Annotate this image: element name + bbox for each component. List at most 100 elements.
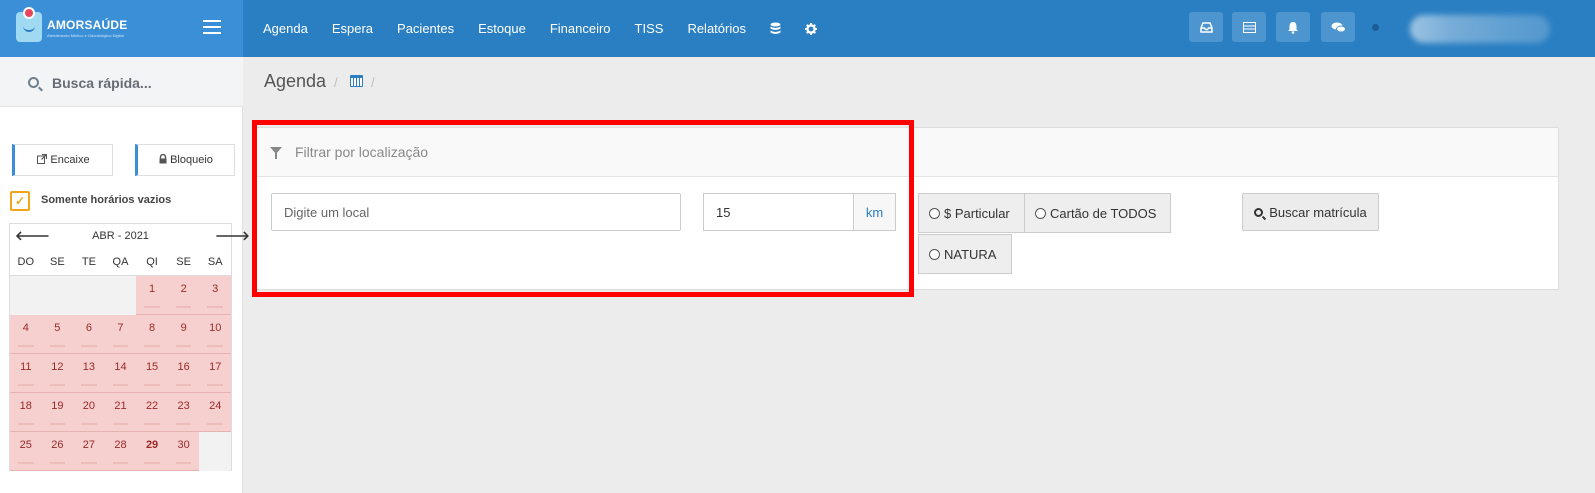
calendar-day[interactable]: 7 bbox=[104, 315, 137, 354]
calendar-day-empty bbox=[41, 276, 74, 315]
calendar-day[interactable]: 1 bbox=[136, 276, 168, 315]
nav-agenda[interactable]: Agenda bbox=[263, 21, 308, 36]
nav-financeiro[interactable]: Financeiro bbox=[550, 21, 611, 36]
option-natura[interactable]: NATURA bbox=[918, 234, 1012, 274]
calendar-weekdays: DO SE TE QA QI SE SA bbox=[10, 248, 231, 276]
search-icon bbox=[1254, 207, 1264, 217]
mini-calendar: 🡐 ABR - 2021 🡒 DO SE TE QA QI SE SA 1234567891… bbox=[9, 223, 250, 471]
database-icon[interactable] bbox=[770, 22, 781, 35]
weekday-label: SA bbox=[207, 255, 223, 268]
nav-estoque[interactable]: Estoque bbox=[478, 21, 526, 36]
radius-unit: km bbox=[853, 193, 896, 231]
nav-pacientes[interactable]: Pacientes bbox=[397, 21, 454, 36]
gear-icon[interactable] bbox=[804, 22, 817, 35]
option-cartao[interactable]: Cartão de TODOS bbox=[1024, 193, 1171, 233]
search-icon bbox=[28, 77, 39, 88]
arrow-right-icon[interactable]: 🡒 bbox=[215, 228, 250, 244]
calendar-grid: 1 2 3 4 5 6 7 8 9 10 11 12 13 14 15 16 17 18 19 20 21 22 23 24 2… bbox=[10, 276, 231, 471]
radio-icon bbox=[1035, 207, 1046, 219]
nav-tiss[interactable]: TISS bbox=[635, 21, 664, 36]
calendar-day[interactable]: 14 bbox=[104, 354, 137, 393]
option-particular-label: $ Particular bbox=[944, 205, 1010, 221]
calendar-day[interactable]: 4 bbox=[10, 315, 42, 354]
brand-area: AMORSAÚDE Atendimento Médico e Odontológ… bbox=[0, 0, 243, 57]
calendar-day[interactable]: 25 bbox=[10, 432, 42, 471]
avatar[interactable] bbox=[1410, 15, 1550, 43]
calendar-day[interactable]: 28 bbox=[104, 432, 137, 471]
calendar-day[interactable]: 18 bbox=[10, 393, 42, 432]
location-input[interactable] bbox=[271, 193, 681, 231]
option-particular[interactable]: $ Particular bbox=[918, 193, 1025, 233]
calendar-day[interactable]: 8 bbox=[136, 315, 168, 354]
bell-icon[interactable] bbox=[1276, 12, 1310, 42]
encaixe-button[interactable]: Encaixe bbox=[12, 144, 113, 176]
filter-panel: Filtrar por localização km $ Particular … bbox=[253, 127, 1559, 290]
calendar-day[interactable]: 2 bbox=[167, 276, 200, 315]
only-empty-label: Somente horários vazios bbox=[41, 194, 172, 206]
calendar-day[interactable]: 9 bbox=[167, 315, 200, 354]
weekday-label: QI bbox=[146, 255, 158, 268]
calendar-day[interactable]: 17 bbox=[199, 354, 231, 393]
calendar-day[interactable]: 26 bbox=[41, 432, 74, 471]
calendar-day[interactable]: 5 bbox=[41, 315, 74, 354]
nav-relatorios[interactable]: Relatórios bbox=[687, 21, 746, 36]
list-icon[interactable] bbox=[1232, 12, 1266, 42]
buscar-matricula-button[interactable]: Buscar matrícula bbox=[1242, 193, 1379, 231]
calendar-day[interactable]: 30 bbox=[167, 432, 200, 471]
calendar-day[interactable]: 19 bbox=[41, 393, 74, 432]
chat-icon[interactable] bbox=[1321, 12, 1355, 42]
radio-icon bbox=[929, 207, 940, 219]
weekday-label: SE bbox=[50, 255, 65, 268]
calendar-day-empty bbox=[199, 432, 231, 471]
calendar-day[interactable]: 12 bbox=[41, 354, 74, 393]
top-bar: AMORSAÚDE Atendimento Médico e Odontológ… bbox=[0, 0, 1595, 57]
calendar-day[interactable]: 11 bbox=[10, 354, 42, 393]
calendar-day[interactable]: 15 bbox=[136, 354, 168, 393]
brand-name: AMORSAÚDE bbox=[47, 18, 128, 32]
calendar-day[interactable]: 24 bbox=[199, 393, 231, 432]
weekday-label: DO bbox=[17, 255, 35, 268]
inbox-icon[interactable] bbox=[1189, 12, 1223, 42]
radio-icon bbox=[929, 248, 940, 260]
radius-input[interactable] bbox=[703, 193, 854, 231]
calendar-day[interactable]: 23 bbox=[167, 393, 200, 432]
sidebar: Encaixe Bloqueio ✓ Somente horários vazi… bbox=[0, 57, 250, 493]
calendar-day[interactable]: 27 bbox=[73, 432, 105, 471]
calendar-header: 🡐 ABR - 2021 🡒 bbox=[10, 224, 250, 248]
calendar-day[interactable]: 13 bbox=[73, 354, 105, 393]
calendar-day[interactable]: 6 bbox=[73, 315, 105, 354]
calendar-day[interactable]: 16 bbox=[167, 354, 200, 393]
main-nav: Agenda Espera Pacientes Estoque Financei… bbox=[263, 0, 841, 57]
calendar-day[interactable]: 3 bbox=[199, 276, 231, 315]
calendar-day[interactable]: 20 bbox=[73, 393, 105, 432]
encaixe-label: Encaixe bbox=[50, 154, 90, 166]
bloqueio-button[interactable]: Bloqueio bbox=[135, 144, 235, 176]
search-input[interactable] bbox=[52, 73, 232, 93]
lock-icon bbox=[159, 153, 167, 167]
calendar-title: ABR - 2021 bbox=[92, 230, 149, 242]
only-empty-checkbox[interactable]: ✓ bbox=[10, 191, 30, 211]
calendar-day[interactable]: 10 bbox=[199, 315, 231, 354]
page-title: Agenda bbox=[264, 71, 327, 91]
panel-header: Filtrar por localização bbox=[254, 128, 1558, 177]
status-dot bbox=[1372, 24, 1379, 31]
calendar-day-empty bbox=[10, 276, 42, 315]
menu-icon[interactable] bbox=[203, 20, 221, 34]
logo-icon bbox=[16, 7, 42, 42]
option-cartao-label: Cartão de TODOS bbox=[1050, 205, 1157, 221]
weekday-label: TE bbox=[81, 255, 96, 268]
weekday-label: SE bbox=[176, 255, 191, 268]
calendar-day[interactable]: 22 bbox=[136, 393, 168, 432]
calendar-day[interactable]: 29 bbox=[136, 432, 168, 471]
calendar-icon[interactable] bbox=[350, 75, 363, 87]
buscar-label: Buscar matrícula bbox=[1269, 204, 1367, 220]
brand-tagline: Atendimento Médico e Odontológico Digita… bbox=[47, 33, 124, 38]
filter-icon bbox=[270, 147, 282, 159]
nav-espera[interactable]: Espera bbox=[332, 21, 373, 36]
breadcrumb-separator: / bbox=[334, 75, 338, 90]
option-natura-label: NATURA bbox=[944, 246, 997, 262]
calendar-day-empty bbox=[73, 276, 105, 315]
breadcrumb-separator: / bbox=[371, 75, 375, 90]
external-link-icon bbox=[37, 153, 48, 167]
calendar-day[interactable]: 21 bbox=[104, 393, 137, 432]
